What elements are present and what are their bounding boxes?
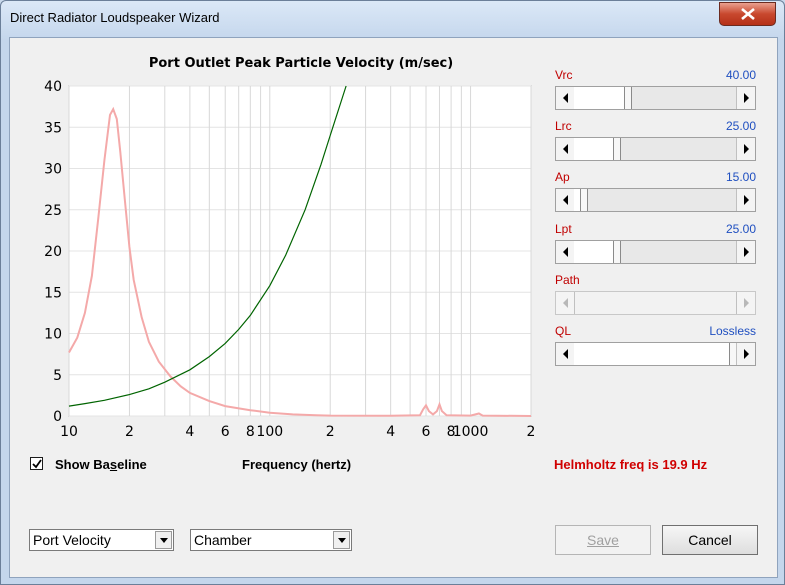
y-tick-label: 35: [44, 120, 62, 136]
x-tick-label: 4: [386, 424, 395, 440]
x-tick-label: 1000: [453, 424, 489, 440]
show-baseline-label[interactable]: Show Baseline: [55, 457, 147, 472]
scroll-right-icon[interactable]: [736, 343, 755, 365]
velocity-chart: Port Outlet Peak Particle Velocity (m/se…: [44, 56, 535, 440]
window-title: Direct Radiator Loudspeaker Wizard: [10, 10, 220, 25]
y-tick-label: 0: [53, 409, 62, 425]
chevron-down-icon[interactable]: [155, 531, 172, 549]
y-tick-label: 20: [44, 244, 62, 260]
x-axis-ticks: 10 2 4 6 8 100 2 4 6 81000 2: [60, 424, 535, 440]
param-value-lpt: 25.00: [725, 221, 756, 236]
slider-thumb[interactable]: [580, 189, 588, 212]
y-tick-label: 5: [53, 368, 62, 384]
slider-track-filled: [574, 240, 613, 263]
param-label-lrc: Lrc: [555, 119, 572, 134]
param-value-ql: Lossless: [709, 324, 756, 338]
y-tick-label: 40: [44, 79, 62, 95]
scroll-left-icon[interactable]: [556, 240, 575, 263]
slider-thumb[interactable]: [624, 87, 632, 109]
x-tick-label: 6: [221, 424, 230, 440]
scroll-right-icon[interactable]: [736, 240, 755, 263]
title-bar[interactable]: Direct Radiator Loudspeaker Wizard: [1, 1, 784, 37]
x-tick-label: 2: [527, 424, 536, 440]
x-tick-label: 100: [256, 424, 283, 440]
scroll-left-icon[interactable]: [556, 87, 575, 109]
slider-thumb[interactable]: [613, 240, 621, 263]
param-label-lpt: Lpt: [555, 221, 572, 236]
location-value: Chamber: [194, 532, 252, 548]
save-button[interactable]: Save: [555, 525, 651, 555]
param-value-lrc: 25.00: [725, 119, 756, 134]
x-tick-label: 10: [60, 424, 78, 440]
y-tick-label: 30: [44, 162, 62, 178]
x-tick-label: 8: [246, 424, 255, 440]
x-tick-label: 2: [326, 424, 335, 440]
param-slider-vrc[interactable]: [555, 86, 756, 110]
scroll-left-icon[interactable]: [556, 343, 575, 365]
param-slider-path[interactable]: [555, 290, 756, 315]
checkmark-icon: [32, 459, 42, 469]
slider-track-filled: [574, 343, 729, 365]
y-tick-label: 15: [44, 285, 62, 301]
x-axis-title: Frequency (hertz): [242, 457, 352, 472]
wizard-client-area: Port Outlet Peak Particle Velocity (m/se…: [9, 37, 778, 578]
y-tick-label: 10: [44, 327, 62, 343]
param-slider-ap[interactable]: [555, 188, 756, 213]
scroll-right-icon[interactable]: [736, 189, 755, 212]
y-tick-label: 25: [44, 203, 62, 219]
plot-type-dropdown[interactable]: Port Velocity: [29, 529, 174, 551]
param-value-ap: 15.00: [725, 170, 756, 185]
param-slider-lpt[interactable]: [555, 239, 756, 264]
param-label-vrc: Vrc: [555, 68, 573, 82]
x-tick-label: 4: [185, 424, 194, 440]
slider-track-filled: [574, 87, 624, 109]
location-dropdown[interactable]: Chamber: [190, 529, 352, 551]
param-label-ap: Ap: [555, 170, 570, 185]
close-button[interactable]: [719, 2, 776, 26]
close-icon: [741, 8, 755, 20]
mnemonic-char: s: [109, 457, 118, 472]
param-label-ql: QL: [555, 324, 572, 338]
param-slider-ql[interactable]: [555, 342, 756, 366]
cancel-button[interactable]: Cancel: [662, 525, 758, 555]
scroll-right-icon[interactable]: [736, 87, 755, 109]
param-value-vrc: 40.00: [725, 68, 756, 82]
param-label-path: Path: [555, 272, 580, 287]
show-baseline-checkbox[interactable]: [30, 457, 43, 470]
slider-thumb[interactable]: [613, 138, 621, 161]
scroll-left-icon[interactable]: [556, 291, 575, 314]
wizard-window: Direct Radiator Loudspeaker Wizard Port …: [0, 0, 785, 585]
scroll-right-icon[interactable]: [736, 291, 755, 314]
scroll-left-icon[interactable]: [556, 189, 575, 212]
chevron-down-icon[interactable]: [333, 531, 350, 549]
y-axis-ticks: 0 5 10 15 20 25 30 35 40: [44, 79, 62, 425]
param-slider-lrc[interactable]: [555, 137, 756, 162]
x-tick-label: 6: [422, 424, 431, 440]
scroll-right-icon[interactable]: [736, 138, 755, 161]
x-tick-label: 2: [125, 424, 134, 440]
chart-title: Port Outlet Peak Particle Velocity (m/se…: [149, 56, 453, 71]
scroll-left-icon[interactable]: [556, 138, 575, 161]
helmholtz-status: Helmholtz freq is 19.9 Hz: [554, 457, 708, 472]
plot-type-value: Port Velocity: [33, 532, 111, 548]
slider-track-filled: [574, 138, 613, 161]
